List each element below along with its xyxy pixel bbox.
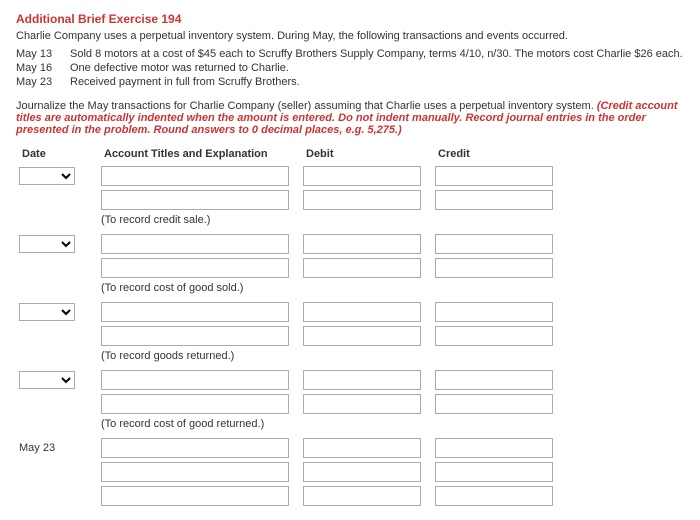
tx-desc: Received payment in full from Scruffy Br… (70, 76, 684, 88)
transaction-row: May 23 Received payment in full from Scr… (16, 76, 684, 88)
col-header-debit: Debit (300, 144, 432, 164)
journal-table: Date Account Titles and Explanation Debi… (16, 144, 564, 508)
credit-input[interactable] (435, 302, 553, 322)
credit-input[interactable] (435, 486, 553, 506)
exercise-title: Additional Brief Exercise 194 (16, 12, 684, 26)
account-input[interactable] (101, 258, 289, 278)
account-input[interactable] (101, 486, 289, 506)
credit-input[interactable] (435, 438, 553, 458)
credit-input[interactable] (435, 462, 553, 482)
col-header-credit: Credit (432, 144, 564, 164)
debit-input[interactable] (303, 438, 421, 458)
credit-input[interactable] (435, 190, 553, 210)
account-input[interactable] (101, 302, 289, 322)
account-input[interactable] (101, 326, 289, 346)
transaction-row: May 16 One defective motor was returned … (16, 62, 684, 74)
intro-text: Charlie Company uses a perpetual invento… (16, 30, 684, 42)
credit-input[interactable] (435, 394, 553, 414)
instruction-plain: Journalize the May transactions for Char… (16, 100, 597, 112)
tx-desc: One defective motor was returned to Char… (70, 62, 684, 74)
account-input[interactable] (101, 370, 289, 390)
instruction-block: Journalize the May transactions for Char… (16, 100, 684, 136)
date-select[interactable] (19, 235, 75, 253)
account-input[interactable] (101, 234, 289, 254)
entry-note: (To record goods returned.) (98, 348, 300, 368)
tx-date: May 23 (16, 76, 70, 88)
entry-note: (To record cost of good returned.) (98, 416, 300, 436)
tx-date: May 13 (16, 48, 70, 60)
debit-input[interactable] (303, 166, 421, 186)
debit-input[interactable] (303, 370, 421, 390)
account-input[interactable] (101, 166, 289, 186)
debit-input[interactable] (303, 326, 421, 346)
col-header-date: Date (16, 144, 98, 164)
account-input[interactable] (101, 394, 289, 414)
account-input[interactable] (101, 438, 289, 458)
credit-input[interactable] (435, 326, 553, 346)
date-select[interactable] (19, 167, 75, 185)
account-input[interactable] (101, 462, 289, 482)
debit-input[interactable] (303, 486, 421, 506)
credit-input[interactable] (435, 370, 553, 390)
account-input[interactable] (101, 190, 289, 210)
debit-input[interactable] (303, 302, 421, 322)
debit-input[interactable] (303, 258, 421, 278)
date-select[interactable] (19, 371, 75, 389)
debit-input[interactable] (303, 462, 421, 482)
date-select[interactable] (19, 303, 75, 321)
static-date: May 23 (16, 436, 98, 460)
debit-input[interactable] (303, 190, 421, 210)
entry-note: (To record cost of good sold.) (98, 280, 300, 300)
tx-date: May 16 (16, 62, 70, 74)
transaction-row: May 13 Sold 8 motors at a cost of $45 ea… (16, 48, 684, 60)
entry-note: (To record credit sale.) (98, 212, 300, 232)
debit-input[interactable] (303, 394, 421, 414)
credit-input[interactable] (435, 166, 553, 186)
tx-desc: Sold 8 motors at a cost of $45 each to S… (70, 48, 684, 60)
credit-input[interactable] (435, 234, 553, 254)
transaction-list: May 13 Sold 8 motors at a cost of $45 ea… (16, 48, 684, 88)
credit-input[interactable] (435, 258, 553, 278)
debit-input[interactable] (303, 234, 421, 254)
col-header-acct: Account Titles and Explanation (98, 144, 300, 164)
